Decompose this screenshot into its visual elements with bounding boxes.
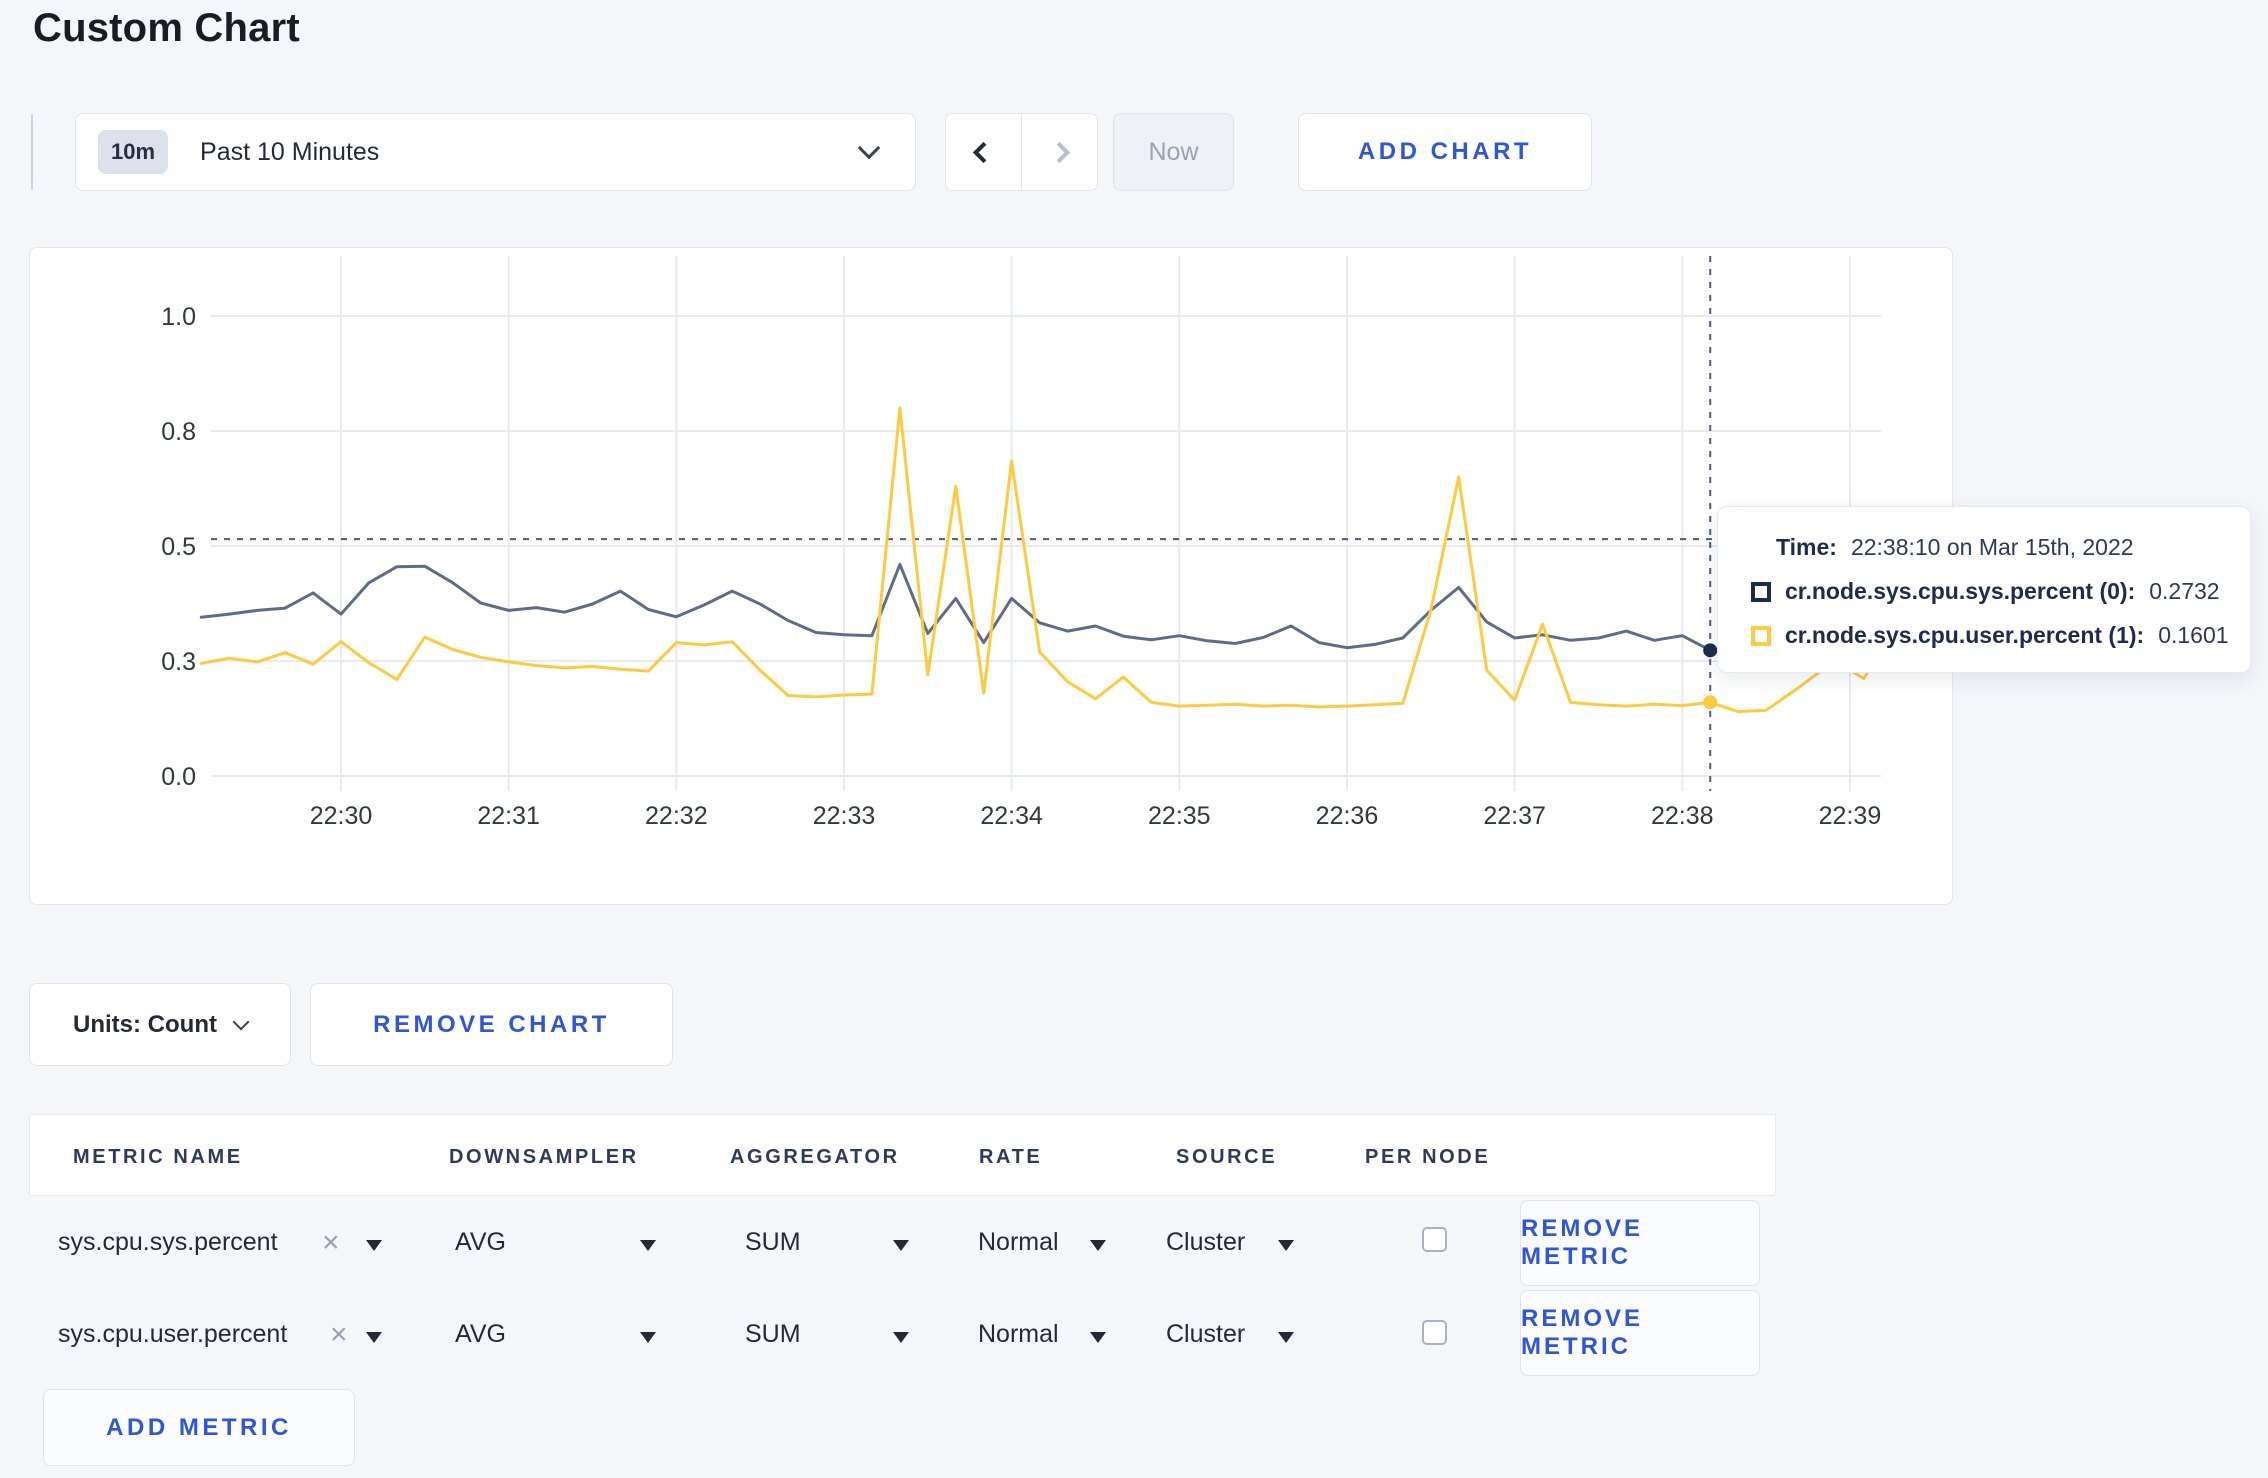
units-label: Units: Count <box>73 1010 217 1038</box>
chart-card: 22:30 22:31 22:32 22:33 22:34 22:35 22:36 22:37… <box>29 247 1953 905</box>
col-header-downsampler: DOWNSAMPLER <box>449 1146 639 1168</box>
y-tick-label: 0.8 <box>161 418 196 446</box>
col-header-aggregator: AGGREGATOR <box>730 1146 900 1168</box>
add-metric-button[interactable]: ADD METRIC <box>43 1389 355 1466</box>
caret-down-icon[interactable] <box>640 1240 656 1251</box>
metric-name-select[interactable]: sys.cpu.sys.percent <box>58 1228 278 1257</box>
x-tick-label: 22:37 <box>1483 802 1546 830</box>
units-dropdown[interactable]: Units: Count <box>29 983 291 1066</box>
x-tick-label: 22:31 <box>477 802 540 830</box>
caret-down-icon[interactable] <box>893 1332 909 1343</box>
caret-down-icon[interactable] <box>1278 1240 1294 1251</box>
y-tick-label: 0.3 <box>161 648 196 676</box>
x-tick-label: 22:38 <box>1651 802 1714 830</box>
series-swatch-icon <box>1751 625 1771 646</box>
caret-down-icon[interactable] <box>1278 1332 1294 1343</box>
caret-down-icon[interactable] <box>640 1332 656 1343</box>
downsampler-select[interactable]: AVG <box>455 1320 506 1349</box>
metric-name-select[interactable]: sys.cpu.user.percent <box>58 1320 287 1349</box>
x-tick-label: 22:30 <box>310 802 373 830</box>
remove-metric-button[interactable]: REMOVE METRIC <box>1520 1290 1760 1376</box>
caret-down-icon[interactable] <box>1090 1240 1106 1251</box>
col-header-source: SOURCE <box>1176 1146 1278 1168</box>
page-title: Custom Chart <box>33 6 300 50</box>
caret-down-icon[interactable] <box>366 1240 382 1251</box>
rate-select[interactable]: Normal <box>978 1320 1059 1349</box>
x-tick-label: 22:34 <box>980 802 1043 830</box>
next-window-button[interactable] <box>1021 114 1097 190</box>
hover-point-marker <box>1703 643 1718 658</box>
series-line-cr.node.sys.cpu.user.percent <box>199 406 1883 714</box>
y-tick-label: 0.5 <box>161 533 196 561</box>
series-swatch-icon <box>1751 581 1771 602</box>
prev-window-button[interactable] <box>946 114 1021 190</box>
cpu-percent-line-chart[interactable]: 22:30 22:31 22:32 22:33 22:34 22:35 22:36 22:37… <box>30 248 1952 904</box>
tooltip-series-name: cr.node.sys.cpu.user.percent (1): <box>1785 622 2145 648</box>
col-header-rate: RATE <box>979 1146 1043 1168</box>
per-node-checkbox[interactable] <box>1422 1227 1447 1252</box>
y-tick-label: 0.0 <box>161 763 196 791</box>
x-tick-label: 22:36 <box>1316 802 1379 830</box>
chevron-down-icon <box>857 136 881 160</box>
tooltip-series-name: cr.node.sys.cpu.sys.percent (0): <box>1785 578 2136 604</box>
toolbar-left-divider <box>31 114 33 190</box>
tooltip-time-value: 22:38:10 on Mar 15th, 2022 <box>1850 534 2134 560</box>
time-range-badge: 10m <box>98 130 169 174</box>
aggregator-select[interactable]: SUM <box>745 1228 801 1257</box>
chart-tooltip: Time: 22:38:10 on Mar 15th, 2022 cr.node.… <box>1717 506 2251 673</box>
downsampler-select[interactable]: AVG <box>455 1228 506 1257</box>
x-tick-label: 22:32 <box>645 802 708 830</box>
caret-down-icon[interactable] <box>366 1332 382 1343</box>
remove-metric-x-icon[interactable]: × <box>330 1320 348 1350</box>
add-chart-button[interactable]: ADD CHART <box>1298 113 1592 191</box>
source-select[interactable]: Cluster <box>1166 1320 1245 1349</box>
tooltip-time-row: Time: 22:38:10 on Mar 15th, 2022 <box>1776 534 2250 561</box>
rate-select[interactable]: Normal <box>978 1228 1059 1257</box>
now-button[interactable]: Now <box>1113 113 1234 191</box>
caret-down-icon[interactable] <box>893 1240 909 1251</box>
remove-chart-button[interactable]: REMOVE CHART <box>310 983 673 1066</box>
col-header-metric-name: METRIC NAME <box>73 1146 243 1168</box>
x-tick-label: 22:35 <box>1148 802 1211 830</box>
tooltip-series-row: cr.node.sys.cpu.sys.percent (0): 0.2732 <box>1751 578 2250 605</box>
chevron-right-icon <box>1048 141 1071 163</box>
time-range-label: Past 10 Minutes <box>200 137 380 166</box>
source-select[interactable]: Cluster <box>1166 1228 1245 1257</box>
metrics-table-header: METRIC NAME DOWNSAMPLER AGGREGATOR RATE … <box>29 1114 1776 1196</box>
tooltip-series-value: 0.2732 <box>2149 578 2220 604</box>
time-window-nav <box>945 113 1098 191</box>
custom-chart-page: Custom Chart 10m Past 10 Minutes Now ADD… <box>0 0 2268 1478</box>
chevron-down-icon <box>232 1013 250 1030</box>
hover-point-marker <box>1703 695 1718 710</box>
time-range-dropdown[interactable]: 10m Past 10 Minutes <box>75 113 916 191</box>
caret-down-icon[interactable] <box>1090 1332 1106 1343</box>
tooltip-series-value: 0.1601 <box>2158 622 2229 648</box>
remove-metric-x-icon[interactable]: × <box>322 1228 340 1258</box>
col-header-per-node: PER NODE <box>1365 1146 1491 1168</box>
y-tick-label: 1.0 <box>161 303 196 331</box>
x-tick-label: 22:39 <box>1819 802 1882 830</box>
remove-metric-button[interactable]: REMOVE METRIC <box>1520 1200 1760 1286</box>
per-node-checkbox[interactable] <box>1422 1320 1447 1345</box>
tooltip-time-label: Time: <box>1776 534 1837 560</box>
aggregator-select[interactable]: SUM <box>745 1320 801 1349</box>
tooltip-series-row: cr.node.sys.cpu.user.percent (1): 0.1601 <box>1751 622 2250 649</box>
x-tick-label: 22:33 <box>813 802 876 830</box>
chevron-left-icon <box>972 141 995 163</box>
